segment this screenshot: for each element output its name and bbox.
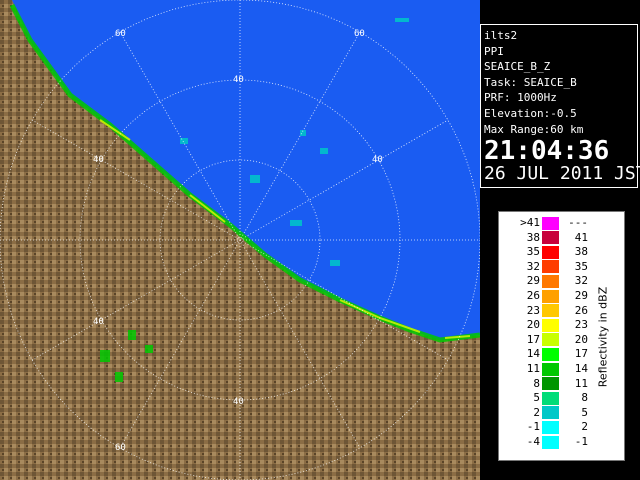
legend-lower-bound: 2 (533, 405, 540, 419)
legend-color-swatch (542, 304, 559, 318)
echo-cell (320, 148, 328, 154)
legend-upper-bound: -1 (574, 435, 588, 448)
legend-lower-bound: 35 (526, 245, 540, 259)
legend-color-swatch (542, 420, 559, 434)
legend-color-swatch (542, 245, 559, 259)
echo-cell (290, 220, 302, 226)
range-label: 60 (115, 443, 126, 453)
legend-color-swatch (542, 333, 559, 347)
scan-date: 26 JUL 2011 JST (484, 163, 640, 185)
range-label: 60 (115, 29, 126, 39)
legend-upper-bound: 35 (574, 259, 588, 273)
reflectivity-legend: >41 --- 38 41 35 38 32 35 29 32 26 29 23 26 20 23 17 20 14… (498, 211, 625, 461)
echo-cell (100, 350, 110, 362)
legend-lower-bound: 29 (526, 274, 540, 288)
task-name: Task: SEAICE_B (484, 75, 577, 89)
legend-color-swatch (542, 318, 559, 332)
legend-lower-bound: 32 (526, 259, 540, 273)
scan-mode: PPI (484, 44, 504, 58)
elevation-value: Elevation:-0.5 (484, 106, 577, 120)
product-name: SEAICE_B_Z (484, 60, 551, 74)
max-range-value: Max Range:60 km (484, 122, 584, 136)
legend-color-swatch (542, 231, 559, 245)
radar-info-panel: ilts2 PPI SEAICE_B_Z Task: SEAICE_B PRF:… (480, 24, 640, 188)
legend-color-swatch (542, 435, 559, 449)
echo-cell (180, 138, 188, 144)
echo-cell (115, 372, 123, 382)
legend-upper-bound: 20 (574, 332, 588, 346)
range-label: 40 (233, 75, 244, 85)
range-label: 40 (93, 317, 104, 327)
legend-upper-bound: 5 (581, 405, 588, 419)
legend-lower-bound: 8 (533, 376, 540, 390)
legend-upper-bound: 14 (574, 362, 588, 375)
legend-color-swatch (542, 377, 559, 391)
legend-upper-bound: 41 (574, 230, 588, 244)
legend-lower-bound: 20 (526, 318, 540, 332)
legend-upper-bound: 32 (574, 274, 588, 288)
legend-lower-bound: 26 (526, 289, 540, 302)
legend-lower-bound: -1 (526, 420, 540, 434)
range-label: 60 (354, 29, 365, 39)
echo-cell (128, 330, 136, 340)
range-label: 40 (372, 155, 383, 165)
legend-lower-bound: 14 (526, 347, 540, 361)
legend-upper-bound: 38 (574, 245, 588, 259)
legend-upper-bound: 29 (574, 289, 588, 302)
legend-color-swatch (542, 362, 559, 376)
echo-cell (250, 175, 260, 183)
legend-color-swatch (542, 216, 559, 230)
legend-upper-bound: 11 (574, 376, 588, 390)
legend-upper-bound: 2 (581, 420, 588, 434)
legend-color-swatch (542, 289, 559, 303)
echo-cell (330, 260, 340, 266)
legend-upper-bound: --- (568, 216, 588, 229)
legend-lower-bound: 17 (526, 332, 540, 346)
echo-cell (395, 18, 409, 22)
legend-upper-bound: 23 (574, 318, 588, 332)
range-label: 40 (233, 397, 244, 407)
radar-ppi-map[interactable]: 60 40 40 40 60 40 40 60 (0, 0, 480, 480)
legend-color-swatch (542, 347, 559, 361)
legend-color-swatch (542, 260, 559, 274)
land-area-east (390, 340, 480, 480)
site-name: ilts2 (484, 29, 518, 42)
legend-lower-bound: 5 (533, 391, 540, 405)
prf-value: PRF: 1000Hz (484, 91, 557, 105)
legend-lower-bound: -4 (526, 435, 540, 448)
scan-time: 21:04:36 (484, 136, 610, 167)
legend-title: Reflectivity in dBZ (596, 286, 610, 388)
legend-upper-bound: 26 (574, 303, 588, 317)
legend-color-swatch (542, 391, 559, 405)
range-label: 40 (93, 155, 104, 165)
legend-lower-bound: >41 (520, 216, 540, 229)
legend-lower-bound: 23 (526, 303, 540, 317)
legend-upper-bound: 17 (574, 347, 588, 361)
legend-color-swatch (542, 406, 559, 420)
legend-lower-bound: 11 (526, 362, 540, 375)
legend-lower-bound: 38 (526, 230, 540, 244)
echo-cell (145, 345, 153, 353)
legend-color-swatch (542, 274, 559, 288)
legend-upper-bound: 8 (581, 391, 588, 405)
